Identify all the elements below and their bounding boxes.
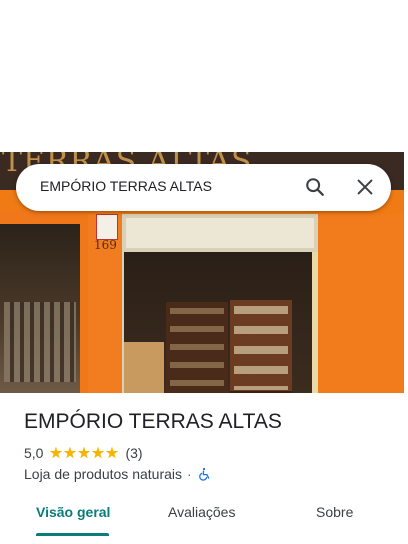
star-icon (49, 446, 63, 459)
rating-row[interactable]: 5,0 (3) (24, 444, 143, 462)
review-count[interactable]: (3) (125, 445, 142, 461)
star-rating (49, 446, 119, 460)
entrance-steps (124, 342, 164, 393)
window-products (4, 302, 76, 382)
facade-wall-right (318, 214, 404, 393)
wall-plaque (96, 214, 118, 240)
search-icon[interactable] (304, 176, 326, 198)
tab-reviews[interactable]: Avaliações (168, 504, 235, 520)
category-row: Loja de produtos naturais · (24, 465, 211, 483)
tab-about[interactable]: Sobre (316, 504, 353, 520)
rating-value: 5,0 (24, 445, 44, 461)
scroll-edge (404, 152, 408, 393)
search-input[interactable]: EMPÓRIO TERRAS ALTAS (40, 178, 212, 194)
door-transom (126, 218, 314, 248)
star-icon (105, 446, 119, 459)
star-icon (77, 446, 91, 459)
star-icon (63, 446, 77, 459)
wheelchair-icon (197, 467, 211, 481)
active-tab-indicator (36, 533, 109, 536)
shelf-left-products (170, 308, 224, 388)
tab-bar: Visão geral Avaliações Sobre (0, 496, 408, 536)
map-area-blank (0, 0, 408, 152)
place-title: EMPÓRIO TERRAS ALTAS (24, 410, 282, 433)
shelf-right-products (234, 306, 288, 390)
search-bar[interactable]: EMPÓRIO TERRAS ALTAS (16, 164, 391, 211)
star-icon (91, 446, 105, 459)
tab-overview[interactable]: Visão geral (36, 504, 110, 520)
separator: · (187, 466, 192, 482)
place-category[interactable]: Loja de produtos naturais (24, 466, 182, 482)
house-number: 169 (94, 238, 117, 252)
close-icon[interactable] (354, 176, 376, 198)
